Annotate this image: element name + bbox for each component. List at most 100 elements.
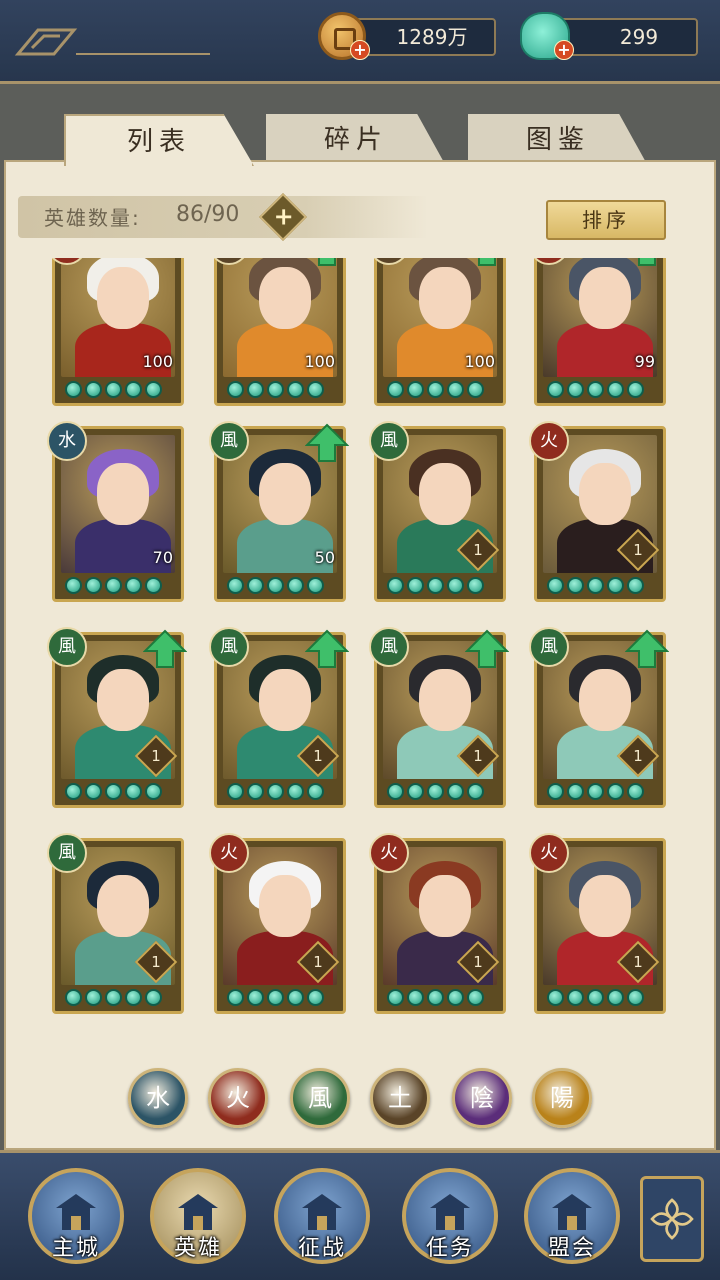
hero-card[interactable]: 1風 — [369, 627, 509, 808]
filter-wind-button[interactable]: 風 — [290, 1068, 350, 1128]
sort-button[interactable]: 排序 — [546, 200, 666, 240]
jade-star-icon — [267, 989, 284, 1006]
hero-level: 99 — [634, 352, 655, 371]
jade-star-icon — [607, 783, 624, 800]
flower-menu-icon — [650, 1198, 694, 1240]
tab-fragments[interactable]: 碎片 — [266, 114, 446, 166]
jade-star-icon — [247, 381, 264, 398]
star-rating — [547, 989, 644, 1007]
hero-card[interactable]: 1風 — [47, 833, 184, 1014]
star-rating — [65, 381, 162, 399]
plus-icon: + — [273, 202, 294, 231]
element-wind-icon: 風 — [369, 627, 409, 667]
jade-star-icon — [267, 381, 284, 398]
jade-star-icon — [105, 989, 122, 1006]
filter-fire-button[interactable]: 火 — [208, 1068, 268, 1128]
hero-card[interactable]: 1火 — [209, 833, 346, 1014]
hero-portrait-icon — [178, 1194, 218, 1230]
upgrade-arrow-icon — [638, 258, 656, 266]
nav-item-0[interactable]: 主城 — [28, 1168, 124, 1264]
star-rating — [227, 381, 324, 399]
filter-water-button[interactable]: 水 — [128, 1068, 188, 1128]
star-rating — [387, 783, 484, 801]
upgrade-arrow-icon — [143, 629, 187, 668]
jade-star-icon — [85, 783, 102, 800]
menu-icon[interactable] — [14, 24, 214, 58]
filter-yin-button[interactable]: 陰 — [452, 1068, 512, 1128]
element-fire-icon: 火 — [369, 833, 409, 873]
hero-card[interactable]: 1火 — [369, 833, 506, 1014]
jade-star-icon — [427, 577, 444, 594]
element-wind-icon: 風 — [47, 627, 87, 667]
nav-label: 征战 — [297, 1236, 346, 1261]
hero-level: 1 — [473, 953, 483, 971]
jade-star-icon — [145, 783, 162, 800]
jade-star-icon — [387, 783, 404, 800]
hero-card[interactable]: 70 水 — [47, 421, 184, 602]
add-jade-button[interactable]: + — [554, 40, 574, 60]
jade-star-icon — [105, 577, 122, 594]
filter-yang-button[interactable]: 陽 — [532, 1068, 592, 1128]
jade-star-icon — [65, 783, 82, 800]
jade-star-icon — [447, 989, 464, 1006]
hero-card[interactable]: 1風 — [529, 627, 669, 808]
hero-card[interactable]: 1風 — [209, 627, 349, 808]
castle-icon — [56, 1194, 96, 1230]
star-rating — [227, 989, 324, 1007]
hero-level: 1 — [633, 953, 643, 971]
jade-star-icon — [387, 577, 404, 594]
star-rating — [547, 381, 644, 399]
hero-card[interactable]: 100土 — [209, 258, 346, 406]
star-rating — [227, 577, 324, 595]
hero-card[interactable]: 1風 — [47, 627, 187, 808]
jade-star-icon — [145, 381, 162, 398]
hero-card[interactable]: 100火 — [47, 258, 184, 406]
hero-count-label: 英雄数量: — [44, 206, 141, 230]
jade-star-icon — [125, 989, 142, 1006]
nav-item-4[interactable]: 盟会 — [524, 1168, 620, 1264]
hero-level: 70 — [152, 548, 173, 567]
jade-star-icon — [607, 577, 624, 594]
jade-star-icon — [227, 381, 244, 398]
upgrade-arrow-icon — [318, 258, 336, 266]
jade-star-icon — [547, 381, 564, 398]
hero-card[interactable]: 1火 — [529, 421, 666, 602]
jade-star-icon — [247, 989, 264, 1006]
jade-star-icon — [567, 989, 584, 1006]
element-wind-icon: 風 — [47, 833, 87, 873]
hero-level: 1 — [151, 747, 161, 765]
upgrade-arrow-icon — [465, 629, 509, 668]
jade-star-icon — [227, 577, 244, 594]
hero-card[interactable]: 50 風 — [209, 421, 349, 602]
more-menu-button[interactable] — [640, 1176, 704, 1262]
jade-star-icon — [427, 783, 444, 800]
element-wind-icon: 風 — [529, 627, 569, 667]
hero-card[interactable]: 1風 — [369, 421, 506, 602]
element-fire-icon: 火 — [529, 421, 569, 461]
hero-level: 100 — [142, 352, 173, 371]
tab-codex[interactable]: 图鉴 — [468, 114, 648, 166]
jade-star-icon — [145, 989, 162, 1006]
jade-star-icon — [85, 577, 102, 594]
hero-level: 50 — [314, 548, 335, 567]
add-coins-button[interactable]: + — [350, 40, 370, 60]
hero-card[interactable]: 100土 — [369, 258, 506, 406]
jade-star-icon — [85, 381, 102, 398]
nav-item-2[interactable]: 征战 — [274, 1168, 370, 1264]
hero-card[interactable]: 1火 — [529, 833, 666, 1014]
filter-earth-button[interactable]: 土 — [370, 1068, 430, 1128]
tab-list[interactable]: 列表 — [64, 114, 254, 166]
jade-star-icon — [307, 783, 324, 800]
nav-item-1[interactable]: 英雄 — [150, 1168, 246, 1264]
hero-card[interactable]: 99火 — [529, 258, 666, 406]
jade-star-icon — [627, 381, 644, 398]
jade-star-icon — [227, 989, 244, 1006]
coin-amount: 1289万 — [396, 25, 468, 49]
jade-star-icon — [567, 577, 584, 594]
jade-star-icon — [387, 989, 404, 1006]
jade-star-icon — [427, 989, 444, 1006]
jade-star-icon — [85, 989, 102, 1006]
jade-star-icon — [105, 381, 122, 398]
jade-star-icon — [105, 783, 122, 800]
nav-item-3[interactable]: 任务 — [402, 1168, 498, 1264]
